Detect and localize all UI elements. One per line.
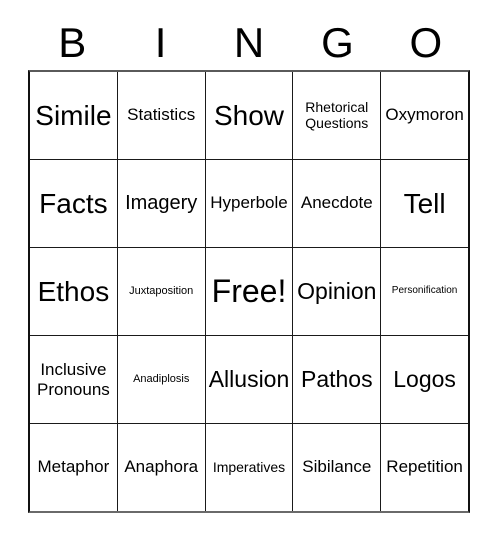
bingo-cell[interactable]: Sibilance xyxy=(292,424,381,511)
bingo-cell[interactable]: Hyperbole xyxy=(204,160,293,247)
bingo-cell[interactable]: Pathos xyxy=(292,336,381,423)
bingo-cell-label: Tell xyxy=(403,187,446,219)
bingo-cell-label: Logos xyxy=(393,366,456,393)
bingo-cell-label: Anadiplosis xyxy=(133,372,190,385)
bingo-cell-label: Repetition xyxy=(386,457,463,477)
bingo-cell[interactable]: Ethos xyxy=(30,248,117,335)
bingo-cell-label: Anecdote xyxy=(300,193,373,213)
bingo-cell[interactable]: Anadiplosis xyxy=(116,336,205,423)
bingo-cell-label: Imagery xyxy=(125,191,198,214)
header-letter-n: N xyxy=(233,19,265,66)
bingo-cell[interactable]: Anecdote xyxy=(292,160,381,247)
bingo-cell-label: Pathos xyxy=(300,366,373,393)
bingo-cell[interactable]: Personification xyxy=(380,248,468,335)
bingo-grid: Simile Statistics Show Rhetorical Questi… xyxy=(28,70,470,513)
header-letter-o: O xyxy=(409,19,443,66)
bingo-cell[interactable]: Logos xyxy=(380,336,468,423)
bingo-cell[interactable]: Imagery xyxy=(116,160,205,247)
bingo-cell[interactable]: Rhetorical Questions xyxy=(292,72,381,159)
header-letter-b: B xyxy=(58,19,87,66)
bingo-cell[interactable]: Facts xyxy=(30,160,117,247)
bingo-cell[interactable]: Tell xyxy=(380,160,468,247)
bingo-cell-label: Personification xyxy=(391,285,458,297)
bingo-card: B I N G O Simile Statistics Show Rhetori… xyxy=(0,0,500,544)
bingo-cell-label: Inclusive Pronouns xyxy=(37,360,110,399)
bingo-cell-label: Opinion xyxy=(297,278,377,305)
bingo-cell[interactable]: Imperatives xyxy=(204,424,293,511)
bingo-cell-label: Statistics xyxy=(127,105,196,125)
bingo-cell-label: Rhetorical Questions xyxy=(305,98,369,131)
bingo-cell-label: Simile xyxy=(35,99,112,131)
bingo-row: Metaphor Anaphora Imperatives Sibilance … xyxy=(30,423,468,511)
bingo-cell-label: Sibilance xyxy=(302,457,372,477)
bingo-cell[interactable]: Statistics xyxy=(116,72,205,159)
bingo-row: Ethos Juxtaposition Free! Opinion Person… xyxy=(30,247,468,335)
bingo-cell[interactable]: Repetition xyxy=(380,424,468,511)
bingo-cell[interactable]: Allusion xyxy=(204,336,293,423)
bingo-row: Facts Imagery Hyperbole Anecdote Tell xyxy=(30,159,468,247)
bingo-cell[interactable]: Metaphor xyxy=(30,424,117,511)
bingo-header: B I N G O xyxy=(28,16,470,70)
bingo-cell[interactable]: Opinion xyxy=(292,248,381,335)
bingo-cell[interactable]: Inclusive Pronouns xyxy=(30,336,117,423)
bingo-cell-label: Anaphora xyxy=(124,457,199,477)
bingo-cell-label: Free! xyxy=(211,272,287,309)
bingo-row: Simile Statistics Show Rhetorical Questi… xyxy=(30,72,468,159)
bingo-cell-label: Imperatives xyxy=(212,459,286,476)
bingo-row: Inclusive Pronouns Anadiplosis Allusion … xyxy=(30,335,468,423)
bingo-cell[interactable]: Anaphora xyxy=(116,424,205,511)
bingo-cell-label: Juxtaposition xyxy=(129,284,194,297)
bingo-cell[interactable]: Oxymoron xyxy=(380,72,468,159)
header-letter-g: G xyxy=(321,19,354,66)
bingo-cell[interactable]: Simile xyxy=(30,72,117,159)
bingo-cell-label: Show xyxy=(213,99,285,131)
bingo-cell-label: Ethos xyxy=(37,275,110,307)
bingo-cell-label: Hyperbole xyxy=(210,193,288,213)
bingo-cell-label: Facts xyxy=(39,187,108,219)
bingo-cell-label: Oxymoron xyxy=(385,105,464,125)
bingo-cell-label: Metaphor xyxy=(37,457,110,477)
bingo-cell[interactable]: Juxtaposition xyxy=(116,248,205,335)
bingo-cell[interactable]: Show xyxy=(204,72,293,159)
bingo-cell-free[interactable]: Free! xyxy=(204,248,293,335)
bingo-cell-label: Allusion xyxy=(208,366,290,393)
header-letter-i: I xyxy=(154,19,167,66)
